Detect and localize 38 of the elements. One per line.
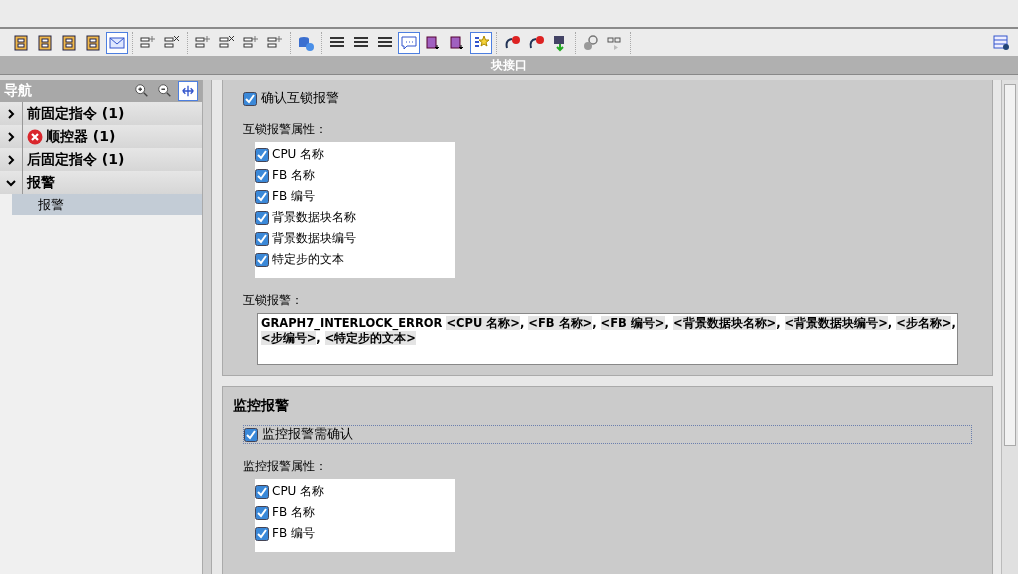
checkbox-label: FB 名称 [272,504,315,521]
navigation-item[interactable]: 顺控器 (1) [0,125,202,148]
navigation-subitem[interactable]: 报警 [12,194,202,215]
checkbox[interactable] [255,147,269,162]
panel-title: 块接口 [0,56,1018,75]
checkbox-label: FB 编号 [272,525,315,542]
checkbox-label: 特定步的文本 [272,251,344,268]
navigation-title: 导航 [4,82,33,100]
checkbox[interactable] [255,231,269,246]
checkbox-label: CPU 名称 [272,146,325,163]
checkbox-label: 背景数据块名称 [272,209,356,226]
checkbox-label: CPU 名称 [272,483,325,500]
toolbar-envelope-icon[interactable] [106,31,128,54]
checkbox[interactable] [255,505,269,520]
checkbox[interactable] [255,526,269,541]
checkbox-label: FB 编号 [272,188,315,205]
checkbox[interactable] [255,210,269,225]
checkbox[interactable] [244,427,258,442]
fit-width-icon[interactable] [178,81,198,101]
checkbox-label: 背景数据块编号 [272,230,356,247]
toolbar-speech-bubble-icon[interactable] [398,31,420,54]
navigation-item[interactable]: 后固定指令 (1) [0,148,202,171]
message-field[interactable]: GRAPH7_INTERLOCK_ERROR <CPU 名称>, <FB 名称>, <FB 编号>, <背景数据块名称>, <背景数据块编号>, <步名称>, <步编号>, <特定步的文本> [257,313,958,365]
navigation-item[interactable]: 前固定指令 (1) [0,102,202,125]
checkbox-label: 监控报警需确认 [262,426,353,443]
checkbox-label: 确认互锁报警 [261,90,339,107]
attributes-label: 监控报警属性： [243,458,328,475]
checkbox[interactable] [255,189,269,204]
navigation-item[interactable]: 报警 [0,171,202,194]
checkbox[interactable] [243,91,257,106]
section-heading: 监控报警 [233,397,290,415]
attributes-label: 互锁报警属性： [243,121,328,138]
checkbox[interactable] [255,484,269,499]
checkbox-label: FB 名称 [272,167,315,184]
scrollbar[interactable] [1001,80,1018,574]
checkbox[interactable] [255,252,269,267]
checkbox[interactable] [255,168,269,183]
message-label: 互锁报警： [243,292,304,309]
